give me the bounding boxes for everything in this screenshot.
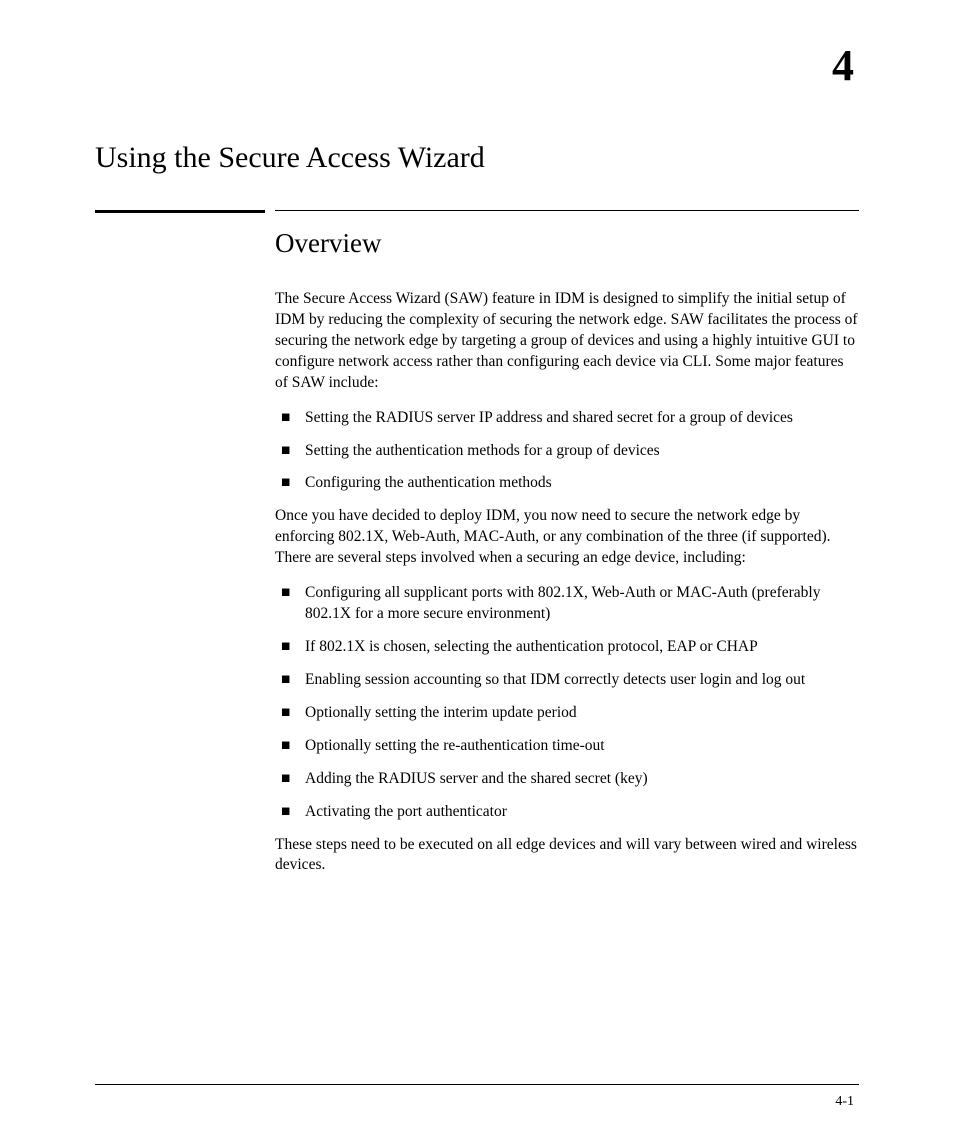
list-item-text: Setting the RADIUS server IP address and… (305, 408, 859, 429)
content-area: Overview The Secure Access Wizard (SAW) … (275, 228, 859, 876)
list-item: ■ Activating the port authenticator (275, 802, 859, 823)
list-item-text: Optionally setting the re-authentication… (305, 736, 859, 757)
steps-list: ■ Configuring all supplicant ports with … (275, 583, 859, 822)
list-item-text: If 802.1X is chosen, selecting the authe… (305, 637, 859, 658)
closing-paragraph: These steps need to be executed on all e… (275, 835, 859, 877)
list-item-text: Adding the RADIUS server and the shared … (305, 769, 859, 790)
list-item: ■ Configuring all supplicant ports with … (275, 583, 859, 625)
list-item-text: Setting the authentication methods for a… (305, 441, 859, 462)
heading-rule (95, 210, 859, 213)
features-list: ■ Setting the RADIUS server IP address a… (275, 408, 859, 495)
bullet-icon: ■ (275, 637, 305, 658)
body-paragraph: Once you have decided to deploy IDM, you… (275, 506, 859, 569)
page-number: 4-1 (835, 1094, 854, 1110)
list-item: ■ Optionally setting the interim update … (275, 703, 859, 724)
bullet-icon: ■ (275, 703, 305, 724)
list-item-text: Optionally setting the interim update pe… (305, 703, 859, 724)
list-item: ■ Setting the authentication methods for… (275, 441, 859, 462)
footer-rule (95, 1084, 859, 1085)
list-item-text: Configuring the authentication methods (305, 473, 859, 494)
bullet-icon: ■ (275, 408, 305, 429)
bullet-icon: ■ (275, 670, 305, 691)
bullet-icon: ■ (275, 769, 305, 790)
list-item-text: Configuring all supplicant ports with 80… (305, 583, 859, 625)
list-item: ■ Adding the RADIUS server and the share… (275, 769, 859, 790)
bullet-icon: ■ (275, 441, 305, 462)
list-item-text: Enabling session accounting so that IDM … (305, 670, 859, 691)
bullet-icon: ■ (275, 473, 305, 494)
list-item: ■ Optionally setting the re-authenticati… (275, 736, 859, 757)
list-item-text: Activating the port authenticator (305, 802, 859, 823)
chapter-number: 4 (95, 40, 854, 91)
section-heading: Overview (275, 228, 859, 259)
bullet-icon: ■ (275, 802, 305, 823)
intro-paragraph: The Secure Access Wizard (SAW) feature i… (275, 289, 859, 394)
chapter-title: Using the Secure Access Wizard (95, 141, 859, 175)
list-item: ■ Setting the RADIUS server IP address a… (275, 408, 859, 429)
list-item: ■ Configuring the authentication methods (275, 473, 859, 494)
list-item: ■ Enabling session accounting so that ID… (275, 670, 859, 691)
list-item: ■ If 802.1X is chosen, selecting the aut… (275, 637, 859, 658)
bullet-icon: ■ (275, 583, 305, 625)
bullet-icon: ■ (275, 736, 305, 757)
